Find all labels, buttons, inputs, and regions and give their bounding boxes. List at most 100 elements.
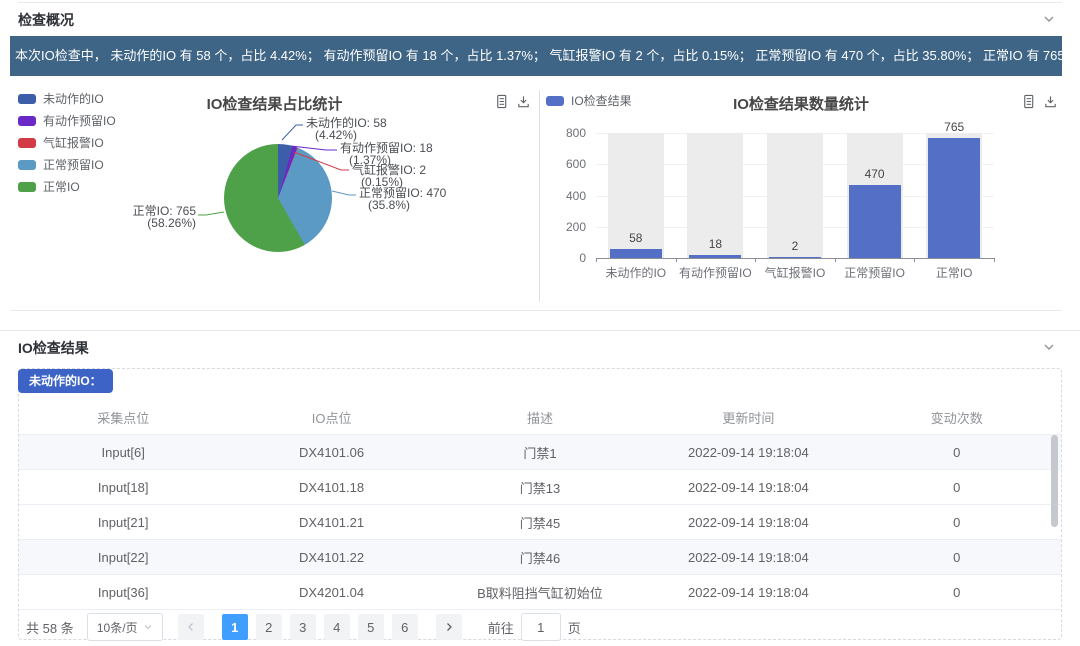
bar-value-label: 765 xyxy=(914,120,994,134)
table-cell: B取料阻挡气缸初始位 xyxy=(436,575,644,610)
bar[interactable] xyxy=(849,185,901,258)
chevron-down-icon xyxy=(1041,339,1057,355)
page-button-2[interactable]: 2 xyxy=(256,614,282,640)
x-axis-label: 正常IO xyxy=(914,264,994,281)
bar-column: 470 xyxy=(835,133,915,258)
bar-legend-item[interactable]: IO检查结果 xyxy=(546,95,632,107)
bar-legend-label: IO检查结果 xyxy=(571,95,632,107)
table-cell: DX4101.06 xyxy=(227,435,435,470)
bar-value-label: 470 xyxy=(835,167,915,181)
bar-legend-chip xyxy=(546,96,564,106)
legend-chip xyxy=(18,138,36,148)
bar[interactable] xyxy=(769,257,821,258)
table-cell: 门禁45 xyxy=(436,505,644,540)
goto-page-group: 前往 页 xyxy=(488,613,581,641)
page-button-4[interactable]: 4 xyxy=(324,614,350,640)
pie-legend-item[interactable]: 正常IO xyxy=(18,181,116,193)
data-view-icon[interactable] xyxy=(1021,94,1036,109)
io-inspection-dashboard: 检查概况 本次IO检查中， 未动作的IO 有 58 个，占比 4.42%； 有动… xyxy=(0,0,1080,646)
charts-panel: IO检查结果占比统计 未动作的IO有动作预留IO气缸报警IO正常预留IO正常IO xyxy=(10,88,1062,311)
data-view-icon[interactable] xyxy=(494,94,509,109)
table-cell: 门禁46 xyxy=(436,540,644,575)
results-collapse-button[interactable] xyxy=(1041,339,1057,355)
x-axis-label: 未动作的IO xyxy=(596,264,676,281)
page-size-select[interactable]: 10条/页 xyxy=(87,613,163,641)
pie-chart-toolbox xyxy=(494,94,531,109)
pagination: 共 58 条 10条/页 123456 前往 页 xyxy=(26,613,581,641)
x-axis-tick xyxy=(596,258,597,262)
table-row: Input[18]DX4101.18门禁132022-09-14 19:18:0… xyxy=(19,470,1061,505)
bar-chart-toolbox xyxy=(1021,94,1058,109)
table-cell: 门禁13 xyxy=(436,470,644,505)
page-button-1[interactable]: 1 xyxy=(222,614,248,640)
legend-chip xyxy=(18,160,36,170)
page-button-5[interactable]: 5 xyxy=(358,614,384,640)
table-column-header: 变动次数 xyxy=(853,401,1061,435)
table-column-header: IO点位 xyxy=(227,401,435,435)
x-axis-label: 有动作预留IO xyxy=(676,264,756,281)
goto-suffix: 页 xyxy=(568,618,581,637)
page-size-value: 10条/页 xyxy=(97,619,138,636)
x-axis-label: 气缸报警IO xyxy=(755,264,835,281)
table-row: Input[21]DX4101.21门禁452022-09-14 19:18:0… xyxy=(19,505,1061,540)
table-row: Input[22]DX4101.22门禁462022-09-14 19:18:0… xyxy=(19,540,1061,575)
x-axis-tick xyxy=(835,258,836,262)
table-cell: Input[22] xyxy=(19,540,227,575)
pie-label: 正常预留IO: 470(35.8%) xyxy=(359,187,446,211)
legend-label: 正常IO xyxy=(43,181,80,193)
table-scrollbar[interactable] xyxy=(1051,435,1058,527)
next-page-button[interactable] xyxy=(436,614,462,640)
page-button-3[interactable]: 3 xyxy=(290,614,316,640)
table-column-header: 采集点位 xyxy=(19,401,227,435)
table-cell: 2022-09-14 19:18:04 xyxy=(644,575,852,610)
section-divider xyxy=(0,330,1080,331)
pie-label: 正常IO: 765(58.26%) xyxy=(133,205,196,229)
bar[interactable] xyxy=(689,255,741,258)
legend-chip xyxy=(18,182,36,192)
overview-section-title: 检查概况 xyxy=(18,10,74,30)
table-cell: 0 xyxy=(853,540,1061,575)
bar[interactable] xyxy=(928,138,980,258)
table-cell: 门禁1 xyxy=(436,435,644,470)
x-axis-tick xyxy=(914,258,915,262)
chevron-down-icon xyxy=(143,622,153,632)
pie-legend-item[interactable]: 有动作预留IO xyxy=(18,115,116,127)
download-icon[interactable] xyxy=(1043,94,1058,109)
y-axis-tick-label: 400 xyxy=(566,189,586,203)
legend-chip xyxy=(18,94,36,104)
bar[interactable] xyxy=(610,249,662,258)
pie-legend-item[interactable]: 气缸报警IO xyxy=(18,137,116,149)
goto-label: 前往 xyxy=(488,618,514,637)
table-cell: 0 xyxy=(853,575,1061,610)
overview-collapse-button[interactable] xyxy=(1041,11,1057,27)
pie-chart[interactable] xyxy=(224,144,332,252)
table-cell: DX4101.22 xyxy=(227,540,435,575)
io-results-table: 采集点位IO点位描述更新时间变动次数 Input[6]DX4101.06门禁12… xyxy=(19,401,1061,610)
page-button-6[interactable]: 6 xyxy=(392,614,418,640)
legend-label: 正常预留IO xyxy=(43,159,104,171)
results-section-title: IO检查结果 xyxy=(18,338,89,358)
pie-chart-card: IO检查结果占比统计 未动作的IO有动作预留IO气缸报警IO正常预留IO正常IO xyxy=(10,88,539,310)
table-column-header: 描述 xyxy=(436,401,644,435)
legend-chip xyxy=(18,116,36,126)
y-axis-tick-label: 600 xyxy=(566,157,586,171)
table-cell: 2022-09-14 19:18:04 xyxy=(644,540,852,575)
pie-legend-item[interactable]: 正常预留IO xyxy=(18,159,116,171)
legend-label: 气缸报警IO xyxy=(43,137,104,149)
download-icon[interactable] xyxy=(516,94,531,109)
status-badge[interactable]: 未动作的IO： xyxy=(18,369,113,393)
chevron-down-icon xyxy=(1041,11,1057,27)
bar-column: 58 xyxy=(596,133,676,258)
pie-legend-item[interactable]: 未动作的IO xyxy=(18,93,116,105)
y-axis-tick-label: 800 xyxy=(566,126,586,140)
bar-value-label: 58 xyxy=(596,231,676,245)
pagination-total: 共 58 条 xyxy=(26,618,74,637)
goto-page-input[interactable] xyxy=(521,613,561,641)
x-axis-label: 正常预留IO xyxy=(835,264,915,281)
bar-column: 2 xyxy=(755,133,835,258)
table-cell: 0 xyxy=(853,470,1061,505)
x-axis-tick xyxy=(994,258,995,262)
x-axis-tick xyxy=(755,258,756,262)
prev-page-button[interactable] xyxy=(178,614,204,640)
table-cell: Input[21] xyxy=(19,505,227,540)
